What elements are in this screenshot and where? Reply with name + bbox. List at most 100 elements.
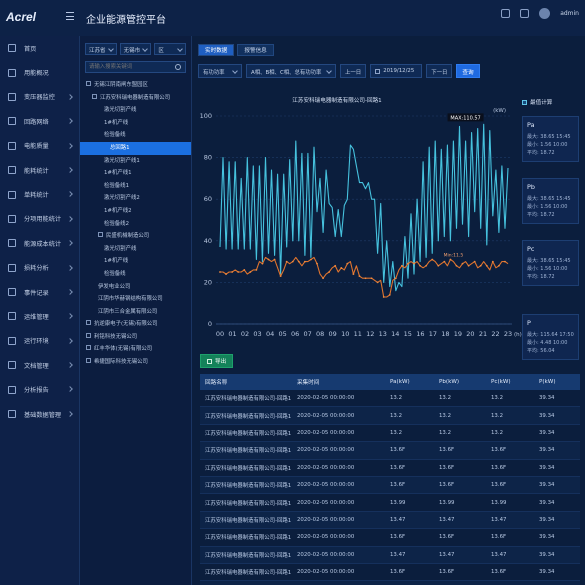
- district-select[interactable]: 区: [154, 43, 187, 55]
- sidebar-item[interactable]: 基础数据管理: [0, 402, 79, 426]
- expand-icon[interactable]: [86, 358, 91, 364]
- chevron-right-icon: [67, 215, 73, 222]
- tree-item[interactable]: 江苏安科瑞电器制造有限公司: [80, 92, 191, 105]
- legend-max[interactable]: 最值计算: [522, 98, 552, 106]
- tree-item[interactable]: 无锡江阴南闸东盟园区: [80, 79, 191, 92]
- date-picker[interactable]: 2019/12/25: [370, 64, 423, 78]
- expand-icon[interactable]: [86, 345, 91, 351]
- phase-select[interactable]: A相、B相、C相、总有功功率: [246, 64, 336, 78]
- tree-item[interactable]: 伊发电业公司: [80, 281, 191, 294]
- menu-toggle-icon[interactable]: [66, 12, 74, 20]
- table-cell: 13.6F: [439, 447, 455, 454]
- column-header[interactable]: 采集时间: [292, 378, 385, 386]
- tree-item[interactable]: 抗逆康电子(无锡)有限公司: [80, 318, 191, 331]
- sidebar-item[interactable]: 变压器监控: [0, 85, 79, 109]
- notification-icon[interactable]: [520, 9, 530, 18]
- table-row[interactable]: 江苏安科瑞电器制造有限公司-回路1 2020-02-05 00:00:00 13.2…: [200, 390, 580, 408]
- tree-item[interactable]: 民盛机械制造公司: [80, 230, 191, 243]
- table-row[interactable]: 江苏安科瑞电器制造有限公司-回路1 2020-02-05 00:00:00 13.2…: [200, 407, 580, 425]
- tab-realtime[interactable]: 实时数据: [198, 44, 235, 56]
- tree-item-label: 激光切割产线: [104, 107, 137, 114]
- user-avatar[interactable]: [539, 8, 551, 19]
- table-cell: 39.34: [539, 412, 555, 419]
- data-point: [285, 260, 288, 263]
- sidebar-item[interactable]: 运维管理: [0, 304, 79, 328]
- fullscreen-icon[interactable]: [501, 9, 511, 18]
- sidebar-item[interactable]: 分项用能统计: [0, 207, 79, 231]
- province-select[interactable]: 江苏省: [85, 43, 117, 55]
- search-icon[interactable]: [175, 64, 181, 70]
- tree-item[interactable]: 总回路1: [80, 141, 191, 155]
- y-tick-label: 80: [204, 154, 212, 162]
- table-row[interactable]: 江苏安科瑞电器制造有限公司-回路1 2020-02-05 00:00:00 13.6…: [200, 442, 580, 460]
- expand-icon[interactable]: [92, 93, 97, 99]
- column-header[interactable]: P(kW): [534, 379, 580, 385]
- table-row[interactable]: 江苏安科瑞电器制造有限公司-回路1 2020-02-05 00:00:00 13.6…: [200, 476, 580, 495]
- sidebar-item[interactable]: 运行环境: [0, 329, 79, 353]
- user-name[interactable]: admin: [560, 10, 579, 17]
- tree-item[interactable]: 1#机产线2: [80, 205, 191, 218]
- table-cell: 江苏安科瑞电器制造有限公司-回路1: [205, 517, 292, 524]
- table-row[interactable]: 江苏安科瑞电器制造有限公司-回路12020-02-05 00:00:0013.4…: [200, 581, 580, 585]
- sidebar-item[interactable]: 能源成本统计: [0, 231, 79, 255]
- tree-item[interactable]: 检验备线2: [80, 218, 191, 231]
- city-select[interactable]: 无锡市: [119, 43, 152, 55]
- series-line: [219, 123, 509, 292]
- sidebar-item[interactable]: 电能质量: [0, 134, 79, 158]
- stat-card-line: 平均: 18.72: [527, 212, 555, 218]
- tree-item[interactable]: 激光切割产线: [80, 104, 191, 117]
- column-header[interactable]: 回路名称: [200, 378, 292, 386]
- tree-item[interactable]: 1#机产线1: [80, 167, 191, 180]
- table-row[interactable]: 江苏安科瑞电器制造有限公司-回路1 2020-02-05 00:00:00 13.6…: [200, 529, 580, 547]
- sidebar-item[interactable]: 用能概况: [0, 60, 79, 84]
- table-row[interactable]: 江苏安科瑞电器制造有限公司-回路1 2020-02-05 00:00:00 13.2…: [200, 425, 580, 443]
- sidebar-item[interactable]: 文档管理: [0, 353, 79, 377]
- checkbox-icon[interactable]: [522, 99, 527, 105]
- sidebar-item[interactable]: 单耗统计: [0, 182, 79, 206]
- tree-item[interactable]: 利铭科技无锡公司: [80, 331, 191, 344]
- tree-item[interactable]: 激光切割产线2: [80, 192, 191, 205]
- table-cell: 39.34: [539, 516, 555, 523]
- sidebar-item[interactable]: 损耗分析: [0, 256, 79, 280]
- tree-item[interactable]: 希捷国际科技无锡公司: [80, 356, 191, 369]
- tab-alarm[interactable]: 报警信息: [237, 44, 274, 56]
- query-button[interactable]: 查询: [456, 64, 480, 78]
- column-header[interactable]: Pa(kW): [385, 379, 434, 385]
- sidebar-item[interactable]: 回路网络: [0, 109, 79, 133]
- expand-icon[interactable]: [98, 232, 103, 238]
- table-row[interactable]: 江苏安科瑞电器制造有限公司-回路1 2020-02-05 00:00:00 13.9…: [200, 494, 580, 512]
- expand-icon[interactable]: [86, 320, 91, 326]
- column-header[interactable]: Pc(kW): [486, 379, 534, 385]
- table-row[interactable]: 江苏安科瑞电器制造有限公司-回路1 2020-02-05 00:00:00 13.6…: [200, 460, 580, 477]
- table-cell: 13.6F: [491, 534, 507, 541]
- column-header[interactable]: Pb(kW): [434, 379, 486, 385]
- sidebar-item[interactable]: 事件记录: [0, 280, 79, 304]
- tree-item[interactable]: 江阴市三合金属有限公司: [80, 306, 191, 319]
- next-day-button[interactable]: 下一日: [426, 64, 453, 78]
- sidebar-item[interactable]: 能耗统计: [0, 158, 79, 182]
- table-cell: 13.99: [491, 499, 507, 506]
- tree-item[interactable]: 1#机产线: [80, 255, 191, 268]
- tree-item[interactable]: 红丰华体(无锡)有限公司: [80, 343, 191, 356]
- tree-item[interactable]: 检验备线: [80, 268, 191, 281]
- tree-item[interactable]: 激光切割产线1: [80, 155, 191, 168]
- tree-item[interactable]: 激光切割产线: [80, 243, 191, 256]
- table-cell: 39.34: [539, 429, 555, 436]
- table-row[interactable]: 江苏安科瑞电器制造有限公司-回路12020-02-05 00:00:0013.4…: [200, 511, 580, 530]
- tree-item[interactable]: 江阴市华赫钢结构有限公司: [80, 293, 191, 306]
- expand-icon[interactable]: [86, 332, 91, 338]
- export-button[interactable]: 导出: [200, 354, 234, 368]
- metric-select[interactable]: 有功功率: [198, 64, 242, 78]
- table-row[interactable]: 江苏安科瑞电器制造有限公司-回路1 2020-02-05 00:00:00 13.6…: [200, 564, 580, 582]
- tree-item[interactable]: 检验备线: [80, 129, 191, 142]
- tree-search-input[interactable]: [86, 62, 176, 72]
- tree-item[interactable]: 检验备线1: [80, 180, 191, 193]
- sidebar-item[interactable]: 分析报告: [0, 377, 79, 401]
- table-row[interactable]: 江苏安科瑞电器制造有限公司-回路12020-02-05 00:00:0013.4…: [200, 546, 580, 564]
- data-point: [437, 264, 440, 267]
- prev-day-button[interactable]: 上一日: [340, 64, 367, 78]
- sidebar-item[interactable]: 首页: [0, 36, 79, 60]
- sidebar-item-label: 变压器监控: [24, 94, 55, 102]
- tree-item[interactable]: 1#机产线: [80, 117, 191, 130]
- expand-icon[interactable]: [86, 81, 91, 86]
